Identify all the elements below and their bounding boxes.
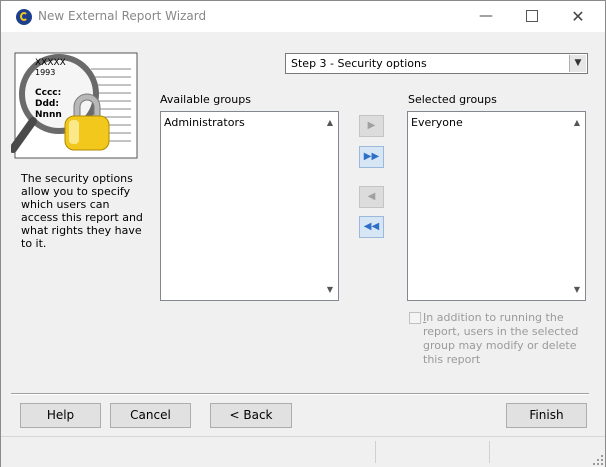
button-separator bbox=[11, 393, 589, 395]
minimize-button[interactable]: — bbox=[463, 1, 509, 32]
security-illustration-icon: XXXXX 1993 Cccc: Ddd: Nnnn bbox=[11, 52, 138, 159]
scroll-down-icon[interactable]: ▼ bbox=[572, 285, 582, 295]
doc-line: Ddd: bbox=[35, 99, 59, 109]
allow-modify-label-text: n addition to running the report, users … bbox=[423, 311, 579, 366]
doc-line: Cccc: bbox=[35, 88, 61, 98]
scroll-up-icon[interactable]: ▲ bbox=[572, 118, 582, 128]
title-bar: New External Report Wizard — ✕ bbox=[1, 1, 605, 32]
remove-group-button[interactable]: ◀ bbox=[359, 186, 384, 208]
back-button[interactable]: < Back bbox=[210, 403, 292, 428]
add-all-groups-button[interactable]: ▶▶ bbox=[359, 146, 384, 168]
list-item[interactable]: Everyone bbox=[411, 116, 463, 129]
maximize-button[interactable] bbox=[509, 1, 555, 32]
doc-line: Nnnn bbox=[35, 110, 62, 120]
doc-line: XXXXX bbox=[35, 58, 66, 68]
status-bar bbox=[1, 436, 605, 467]
close-button[interactable]: ✕ bbox=[555, 1, 601, 32]
help-button[interactable]: Help bbox=[20, 403, 101, 428]
finish-button[interactable]: Finish bbox=[506, 403, 587, 428]
wizard-window: New External Report Wizard — ✕ XXXXX 199… bbox=[0, 0, 606, 467]
chevron-down-icon[interactable]: ▼ bbox=[569, 55, 586, 72]
status-divider bbox=[489, 441, 490, 463]
selected-groups-list[interactable]: Everyone ▲ ▼ bbox=[407, 111, 586, 301]
list-item[interactable]: Administrators bbox=[164, 116, 245, 129]
scroll-up-icon[interactable]: ▲ bbox=[325, 118, 335, 128]
cancel-button[interactable]: Cancel bbox=[110, 403, 191, 428]
maximize-icon bbox=[526, 10, 538, 22]
available-groups-list[interactable]: Administrators ▲ ▼ bbox=[160, 111, 339, 301]
available-groups-label: Available groups bbox=[160, 93, 251, 106]
allow-modify-checkbox[interactable] bbox=[409, 312, 421, 324]
add-group-button[interactable]: ▶ bbox=[359, 115, 384, 137]
step-dropdown[interactable]: Step 3 - Security options ▼ bbox=[285, 53, 588, 74]
allow-modify-label: In addition to running the report, users… bbox=[423, 311, 583, 367]
window-title: New External Report Wizard bbox=[38, 9, 207, 23]
step-description: The security options allow you to specif… bbox=[21, 172, 143, 250]
wizard-body: XXXXX 1993 Cccc: Ddd: Nnnn The security … bbox=[1, 32, 605, 467]
doc-line: 1993 bbox=[35, 68, 55, 77]
resize-grip-icon[interactable] bbox=[593, 455, 603, 465]
selected-groups-label: Selected groups bbox=[408, 93, 497, 106]
scroll-down-icon[interactable]: ▼ bbox=[325, 285, 335, 295]
step-dropdown-value: Step 3 - Security options bbox=[291, 57, 427, 70]
app-icon bbox=[16, 9, 32, 25]
status-divider bbox=[375, 441, 376, 463]
remove-all-groups-button[interactable]: ◀◀ bbox=[359, 216, 384, 238]
